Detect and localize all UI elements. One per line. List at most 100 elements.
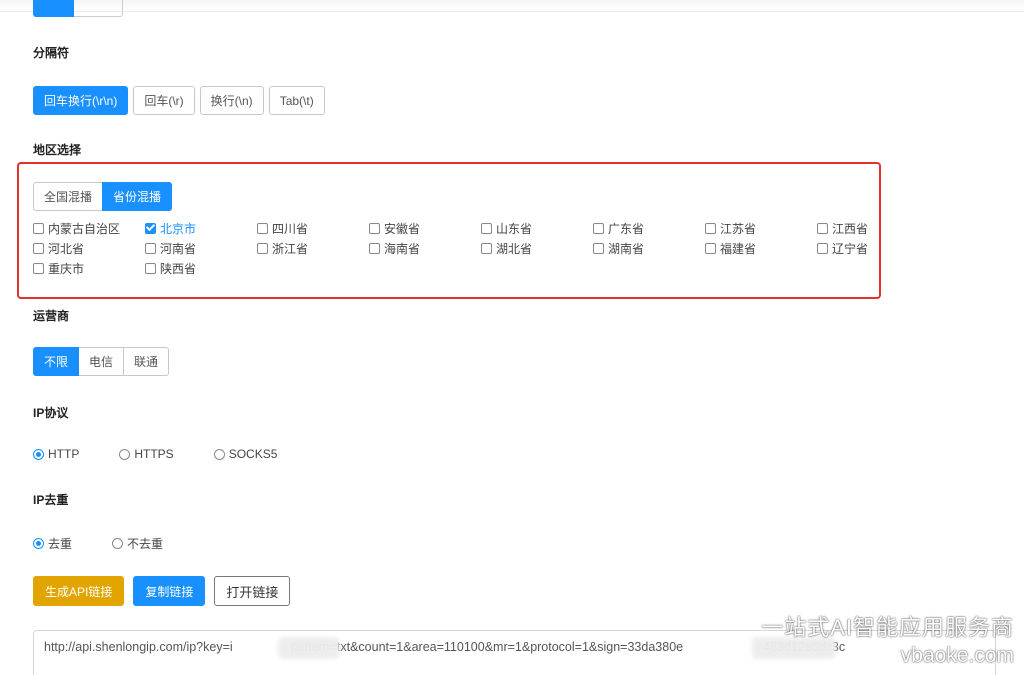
checkbox-icon bbox=[33, 242, 44, 254]
province-checkbox[interactable]: 四川省 bbox=[257, 221, 369, 236]
checkbox-checked-icon bbox=[145, 222, 156, 234]
checkbox-icon bbox=[481, 222, 492, 234]
watermark-domain: vbaoke.com bbox=[900, 644, 1014, 667]
radio-dot-icon bbox=[33, 538, 44, 549]
province-checkbox[interactable]: 浙江省 bbox=[257, 241, 369, 256]
top-segment-active[interactable] bbox=[33, 0, 74, 17]
province-label: 河北省 bbox=[48, 241, 85, 256]
province-checkbox[interactable]: 安徽省 bbox=[369, 221, 481, 236]
operator-any[interactable]: 不限 bbox=[33, 347, 80, 376]
operator-label: 运营商 bbox=[33, 309, 70, 323]
dedupe-label: IP去重 bbox=[33, 493, 69, 507]
protocol-radio-group: HTTP HTTPS SOCKS5 bbox=[33, 447, 317, 461]
dedupe-radio-group: 去重 不去重 bbox=[33, 535, 203, 552]
checkbox-icon bbox=[33, 222, 44, 234]
action-buttons: 生成API链接 复制链接 打开链接 bbox=[33, 576, 291, 606]
watermark: 一站式AI智能应用服务商 vbaoke.com bbox=[761, 610, 1014, 668]
dedupe-off-radio[interactable]: 不去重 bbox=[112, 535, 163, 552]
dedupe-off-label: 不去重 bbox=[127, 537, 164, 551]
province-checkbox[interactable]: 重庆市 bbox=[33, 261, 145, 276]
province-checkbox[interactable]: 河南省 bbox=[145, 241, 257, 256]
separator-cr-button[interactable]: 回车(\r) bbox=[133, 86, 195, 115]
province-label: 湖北省 bbox=[496, 241, 533, 256]
protocol-socks5-radio[interactable]: SOCKS5 bbox=[213, 447, 278, 461]
province-checkbox[interactable]: 福建省 bbox=[705, 241, 817, 256]
province-checkbox[interactable]: 北京市 bbox=[145, 221, 257, 236]
checkbox-icon bbox=[705, 222, 716, 234]
region-mode-toggle: 全国混播 省份混播 bbox=[33, 182, 173, 211]
region-mode-national[interactable]: 全国混播 bbox=[33, 182, 104, 211]
checkbox-icon bbox=[369, 222, 380, 234]
province-checkbox[interactable]: 海南省 bbox=[369, 241, 481, 256]
checkbox-icon bbox=[257, 242, 268, 254]
radio-dot-icon bbox=[112, 538, 124, 549]
generate-api-link-button[interactable]: 生成API链接 bbox=[33, 576, 125, 606]
province-checkbox-grid: 内蒙古自治区 北京市 四川省 安徽省 山东省 广东省 江苏省 江西省河北省 河南省 浙江省 海南省 湖… bbox=[33, 221, 873, 276]
api-url-text: http://api.shenlongip.com/ip?key=i patter… bbox=[44, 640, 845, 654]
checkbox-icon bbox=[705, 242, 716, 254]
redaction-blur-1 bbox=[278, 637, 340, 659]
province-checkbox[interactable]: 广东省 bbox=[593, 221, 705, 236]
province-label: 海南省 bbox=[384, 241, 421, 256]
checkbox-icon bbox=[145, 262, 156, 274]
separator-options: 回车换行(\r\n) 回车(\r) 换行(\n) Tab(\t) bbox=[33, 86, 325, 115]
separator-tab-button[interactable]: Tab(\t) bbox=[268, 86, 325, 115]
protocol-https-label: HTTPS bbox=[134, 447, 174, 461]
separator-crlf-button[interactable]: 回车换行(\r\n) bbox=[33, 86, 129, 115]
checkbox-icon bbox=[593, 222, 604, 234]
protocol-https-radio[interactable]: HTTPS bbox=[119, 447, 174, 461]
copy-link-button[interactable]: 复制链接 bbox=[133, 576, 206, 606]
radio-dot-icon bbox=[119, 448, 131, 460]
radio-dot-icon bbox=[213, 448, 225, 460]
region-label: 地区选择 bbox=[33, 143, 82, 157]
province-label: 四川省 bbox=[272, 221, 309, 236]
province-label: 内蒙古自治区 bbox=[48, 221, 121, 236]
checkbox-icon bbox=[369, 242, 380, 254]
api-generator-page: 分隔符 回车换行(\r\n) 回车(\r) 换行(\n) Tab(\t) 地区选… bbox=[0, 0, 1024, 675]
province-label: 广东省 bbox=[608, 221, 645, 236]
operator-telecom[interactable]: 电信 bbox=[78, 347, 125, 376]
province-checkbox[interactable]: 陕西省 bbox=[145, 261, 257, 276]
province-label: 江苏省 bbox=[720, 221, 757, 236]
province-label: 浙江省 bbox=[272, 241, 309, 256]
province-checkbox[interactable]: 湖北省 bbox=[481, 241, 593, 256]
dedupe-on-radio[interactable]: 去重 bbox=[33, 535, 72, 552]
province-label: 北京市 bbox=[160, 221, 197, 236]
operator-toggle: 不限 电信 联通 bbox=[33, 347, 170, 376]
province-label: 山东省 bbox=[496, 221, 533, 236]
protocol-socks5-label: SOCKS5 bbox=[228, 447, 278, 461]
top-segment-inactive[interactable] bbox=[74, 0, 123, 17]
protocol-label: IP协议 bbox=[33, 406, 69, 420]
province-checkbox[interactable]: 江苏省 bbox=[705, 221, 817, 236]
protocol-http-radio[interactable]: HTTP bbox=[33, 447, 79, 461]
province-label: 辽宁省 bbox=[832, 241, 869, 256]
top-bar-shadow bbox=[0, 0, 1024, 12]
province-label: 安徽省 bbox=[384, 221, 421, 236]
separator-lf-button[interactable]: 换行(\n) bbox=[199, 86, 264, 115]
checkbox-icon bbox=[145, 242, 156, 254]
province-checkbox[interactable]: 江西省 bbox=[817, 221, 929, 236]
api-url-part-2: pattern=txt&count=1&area=110100&mr=1&pro… bbox=[290, 640, 684, 654]
province-checkbox[interactable]: 湖南省 bbox=[593, 241, 705, 256]
province-label: 江西省 bbox=[832, 221, 869, 236]
province-label: 福建省 bbox=[720, 241, 757, 256]
checkbox-icon bbox=[33, 262, 44, 274]
region-mode-province[interactable]: 省份混播 bbox=[102, 182, 173, 211]
operator-unicom[interactable]: 联通 bbox=[123, 347, 170, 376]
province-checkbox[interactable]: 河北省 bbox=[33, 241, 145, 256]
protocol-http-label: HTTP bbox=[48, 447, 80, 461]
open-link-button[interactable]: 打开链接 bbox=[214, 576, 291, 606]
province-checkbox[interactable]: 内蒙古自治区 bbox=[33, 221, 145, 236]
province-checkbox[interactable]: 山东省 bbox=[481, 221, 593, 236]
checkbox-icon bbox=[481, 242, 492, 254]
api-url-part-1: http://api.shenlongip.com/ip?key=i bbox=[44, 640, 233, 654]
dedupe-on-label: 去重 bbox=[48, 537, 73, 551]
province-label: 陕西省 bbox=[160, 261, 197, 276]
checkbox-icon bbox=[817, 242, 828, 254]
top-segment-partial bbox=[33, 0, 123, 17]
checkbox-icon bbox=[593, 242, 604, 254]
radio-dot-icon bbox=[33, 448, 44, 460]
checkbox-icon bbox=[257, 222, 268, 234]
province-checkbox[interactable]: 辽宁省 bbox=[817, 241, 929, 256]
checkbox-icon bbox=[817, 222, 828, 234]
